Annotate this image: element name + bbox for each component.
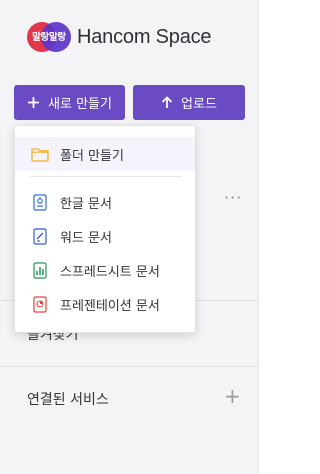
- upload-button-label: 업로드: [181, 97, 217, 112]
- brand-badge: 말랑말랑: [27, 20, 71, 54]
- brand-wordmark: Hancom Space: [77, 25, 212, 48]
- menu-item-hwp[interactable]: 한글 문서: [15, 185, 195, 219]
- upload-button[interactable]: 업로드: [133, 85, 245, 120]
- menu-item-spreadsheet[interactable]: 스프레드시트 문서: [15, 253, 195, 287]
- upload-arrow-icon: [161, 96, 173, 109]
- menu-item-label: 스프레드시트 문서: [60, 264, 160, 280]
- more-options-icon[interactable]: ···: [224, 188, 242, 207]
- menu-item-label: 워드 문서: [60, 230, 112, 246]
- plus-icon: [27, 96, 40, 109]
- divider: [0, 366, 258, 367]
- app-logo[interactable]: 말랑말랑 Hancom Space: [27, 20, 212, 54]
- word-doc-icon: [30, 226, 50, 246]
- folder-icon: [30, 144, 50, 164]
- presentation-doc-icon: [30, 294, 50, 314]
- hwp-doc-icon: [30, 192, 50, 212]
- menu-separator: [30, 176, 182, 177]
- menu-item-presentation[interactable]: 프레젠테이션 문서: [15, 287, 195, 321]
- menu-item-label: 한글 문서: [60, 196, 112, 212]
- new-dropdown-menu: 폴더 만들기 한글 문서 워드 문서 스프레드시트 문서 프레젠테이션 문서: [14, 125, 196, 333]
- nav-connected-services[interactable]: 연결된 서비스: [27, 389, 109, 409]
- badge-text: 말랑말랑: [32, 32, 66, 43]
- menu-item-label: 폴더 만들기: [60, 148, 124, 164]
- menu-item-label: 프레젠테이션 문서: [60, 298, 160, 314]
- add-service-button[interactable]: +: [224, 386, 241, 406]
- new-button[interactable]: 새로 만들기: [14, 85, 125, 120]
- spreadsheet-doc-icon: [30, 260, 50, 280]
- new-button-label: 새로 만들기: [48, 97, 112, 112]
- menu-item-word[interactable]: 워드 문서: [15, 219, 195, 253]
- menu-item-create-folder[interactable]: 폴더 만들기: [15, 137, 195, 171]
